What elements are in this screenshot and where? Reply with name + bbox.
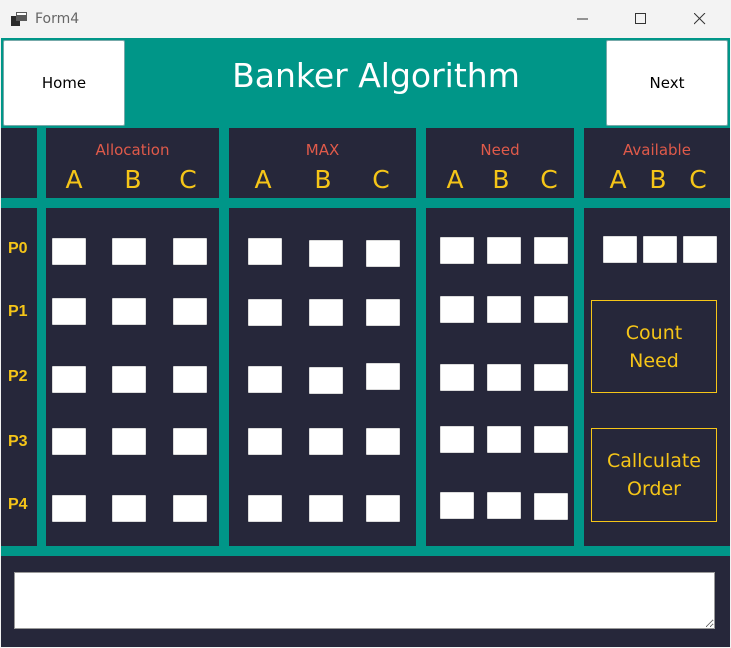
need-p3-c-input[interactable] (534, 426, 568, 453)
max-p4-b-input[interactable] (309, 495, 343, 522)
need-p3-b-input[interactable] (487, 426, 521, 453)
close-icon (694, 13, 706, 25)
available-b-input[interactable] (643, 236, 677, 263)
max-p4-c-input[interactable] (366, 495, 400, 522)
allocation-p4-b-input[interactable] (112, 495, 146, 522)
page-title: Banker Algorithm (232, 56, 520, 95)
next-button[interactable]: Next (606, 40, 728, 126)
section-label-available: Available (623, 141, 691, 159)
close-button[interactable] (677, 0, 723, 38)
max-p2-c-input[interactable] (366, 363, 400, 390)
allocation-p2-a-input[interactable] (52, 366, 86, 393)
allocation-p3-c-input[interactable] (173, 428, 207, 455)
header-row-divider (1, 198, 730, 208)
need-p1-c-input[interactable] (534, 296, 568, 323)
need-p4-b-input[interactable] (487, 492, 521, 519)
allocation-p3-a-input[interactable] (52, 428, 86, 455)
allocation-p0-c-input[interactable] (173, 238, 207, 265)
allocation-p1-c-input[interactable] (173, 298, 207, 325)
need-letter-b: B (492, 165, 510, 194)
process-label-p0: P0 (8, 240, 28, 257)
allocation-letter-b: B (124, 165, 142, 194)
process-label-p4: P4 (8, 496, 28, 513)
need-p0-c-input[interactable] (534, 237, 568, 264)
need-p3-a-input[interactable] (440, 426, 474, 453)
calculate-order-button[interactable]: Callculate Order (591, 428, 717, 522)
allocation-p2-b-input[interactable] (112, 366, 146, 393)
max-p0-c-input[interactable] (366, 240, 400, 267)
app-window-icon (11, 12, 27, 26)
allocation-letter-c: C (179, 165, 197, 194)
column-divider (416, 128, 426, 548)
column-divider (37, 128, 46, 548)
title-bar: Form4 (0, 0, 731, 38)
max-letter-c: C (372, 165, 390, 194)
need-p0-b-input[interactable] (487, 237, 521, 264)
minimize-button[interactable] (560, 0, 606, 38)
max-p1-b-input[interactable] (309, 299, 343, 326)
form-client-area: Home Banker Algorithm Next Allocation A … (1, 38, 730, 647)
column-divider (219, 128, 229, 548)
available-letter-a: A (609, 165, 627, 194)
need-letter-c: C (540, 165, 558, 194)
section-label-need: Need (480, 141, 520, 159)
need-letter-a: A (446, 165, 464, 194)
need-p4-a-input[interactable] (440, 492, 474, 519)
maximize-button[interactable] (618, 0, 664, 38)
process-label-p1: P1 (8, 303, 28, 320)
home-button[interactable]: Home (3, 40, 125, 126)
section-label-allocation: Allocation (95, 141, 170, 159)
available-a-input[interactable] (603, 236, 637, 263)
need-p2-a-input[interactable] (440, 364, 474, 391)
available-letter-c: C (689, 165, 707, 194)
max-p1-a-input[interactable] (248, 299, 282, 326)
max-p3-b-input[interactable] (309, 428, 343, 455)
process-label-p3: P3 (8, 433, 28, 450)
count-need-button[interactable]: Count Need (591, 300, 717, 393)
need-p1-b-input[interactable] (487, 296, 521, 323)
max-p1-c-input[interactable] (366, 299, 400, 326)
available-c-input[interactable] (683, 236, 717, 263)
max-p3-a-input[interactable] (248, 428, 282, 455)
allocation-p4-c-input[interactable] (173, 495, 207, 522)
allocation-p4-a-input[interactable] (52, 495, 86, 522)
max-p0-b-input[interactable] (309, 240, 343, 267)
allocation-p2-c-input[interactable] (173, 366, 207, 393)
need-p4-c-input[interactable] (534, 493, 568, 520)
need-p0-a-input[interactable] (440, 237, 474, 264)
bottom-divider (1, 546, 730, 556)
max-p0-a-input[interactable] (248, 238, 282, 265)
max-letter-a: A (254, 165, 272, 194)
window-title: Form4 (35, 11, 80, 27)
process-label-p2: P2 (8, 368, 28, 385)
need-p1-a-input[interactable] (440, 296, 474, 323)
result-output-textbox[interactable] (14, 572, 715, 629)
allocation-p3-b-input[interactable] (112, 428, 146, 455)
column-divider (574, 128, 584, 548)
section-label-max: MAX (305, 141, 340, 159)
max-p2-b-input[interactable] (309, 367, 343, 394)
need-p2-c-input[interactable] (534, 364, 568, 391)
available-letter-b: B (649, 165, 667, 194)
max-p3-c-input[interactable] (366, 428, 400, 455)
maximize-icon (635, 13, 646, 24)
max-letter-b: B (314, 165, 332, 194)
allocation-p0-b-input[interactable] (112, 238, 146, 265)
allocation-p1-b-input[interactable] (112, 298, 146, 325)
allocation-p0-a-input[interactable] (52, 238, 86, 265)
minimize-icon (577, 18, 588, 20)
need-p2-b-input[interactable] (487, 364, 521, 391)
allocation-p1-a-input[interactable] (52, 298, 86, 325)
allocation-letter-a: A (65, 165, 83, 194)
max-p2-a-input[interactable] (248, 366, 282, 393)
max-p4-a-input[interactable] (248, 495, 282, 522)
